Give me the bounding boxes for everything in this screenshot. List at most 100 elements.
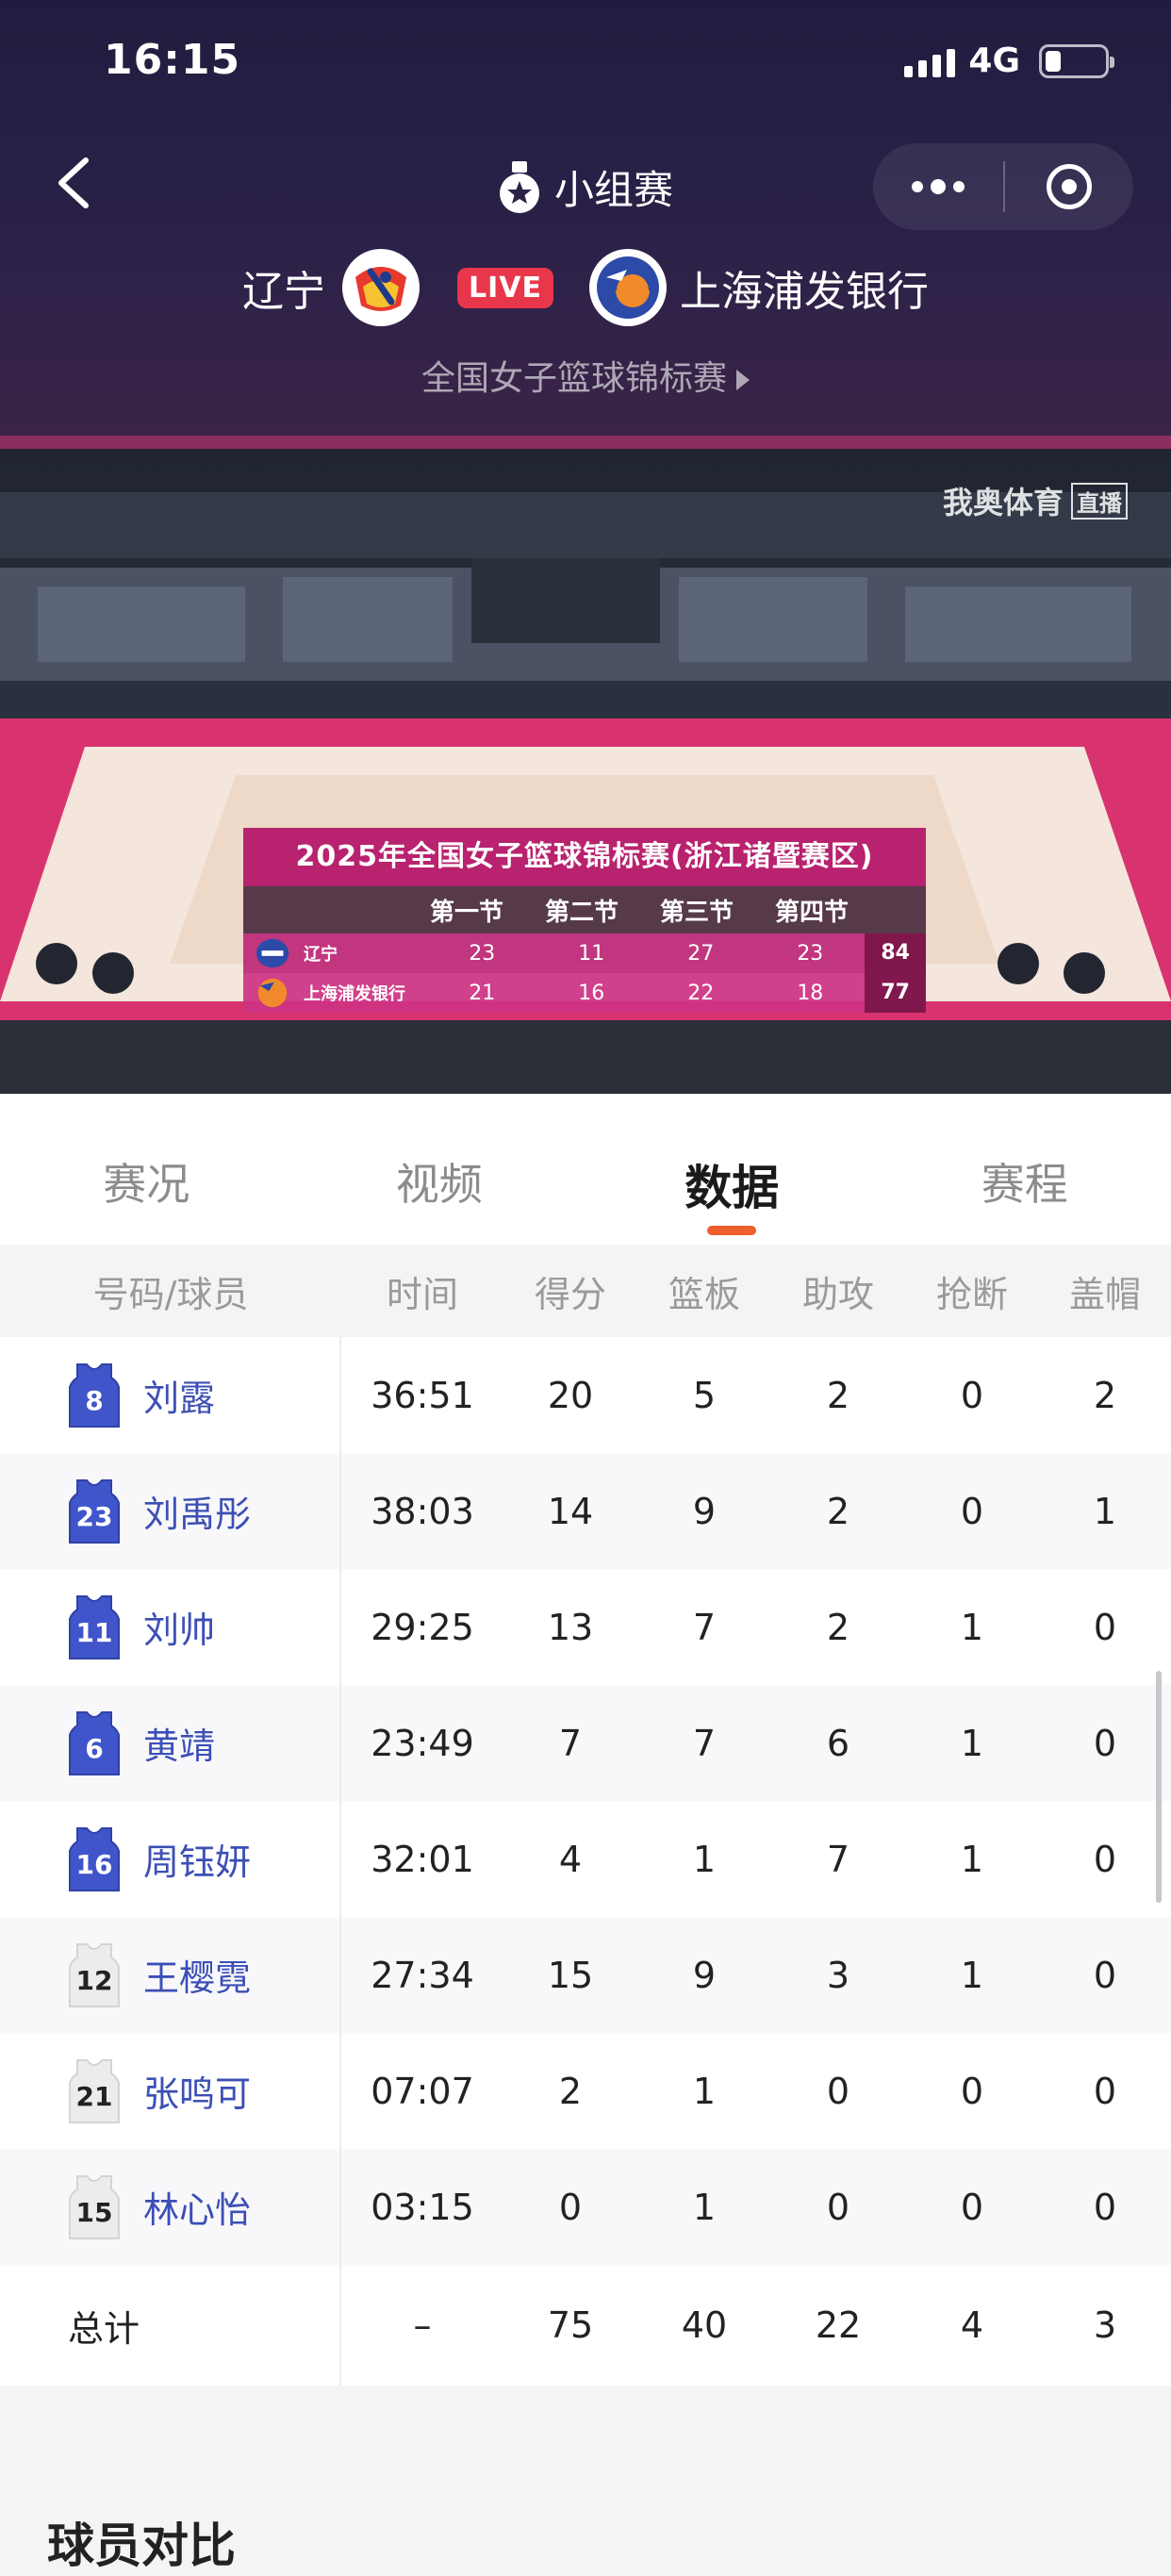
tab-schedule[interactable]: 赛程 [879, 1094, 1171, 1245]
table-row[interactable]: 6黄靖23:4977610 [0, 1685, 1171, 1801]
watermark-text: 我奥体育 [943, 479, 1064, 522]
jersey-icon: 8 [64, 1362, 124, 1428]
target-icon [1047, 164, 1092, 209]
scoreboard-header: 第一节 第二节 第三节 第四节 [243, 886, 926, 933]
player-cell: 11刘帅 [0, 1569, 341, 1685]
competition-link[interactable]: 全国女子篮球锦标赛 [0, 351, 1171, 400]
player-compare-title: 球员对比 [47, 2508, 236, 2576]
jersey-icon: 15 [64, 2174, 124, 2240]
player-points: 13 [503, 1607, 637, 1648]
player-steals: 1 [905, 1723, 1039, 1764]
totals-row: 总计 – 75 40 22 4 3 [0, 2265, 1171, 2386]
total-score: 84 [865, 933, 926, 973]
player-blocks: 0 [1039, 1607, 1171, 1648]
away-team-logo[interactable] [589, 249, 667, 326]
quarter-score: 23 [755, 942, 865, 966]
player-name-link[interactable]: 黄靖 [143, 1717, 215, 1769]
quarter-label: 第四节 [754, 893, 869, 928]
player-name-link[interactable]: 张鸣可 [143, 2065, 251, 2117]
live-video-player[interactable]: 我奥体育 直播 2025年全国女子篮球锦标赛(浙江诸暨赛区) 第一节 第二节 第… [0, 436, 1171, 1094]
table-row[interactable]: 15林心怡03:1501000 [0, 2149, 1171, 2265]
player-blocks: 1 [1039, 1491, 1171, 1532]
quarter-label: 第三节 [639, 893, 754, 928]
player-rebounds: 9 [637, 1491, 771, 1532]
battery-icon [1039, 44, 1109, 78]
header-time: 时间 [341, 1265, 503, 1317]
more-button[interactable] [873, 143, 1003, 230]
tab-overview[interactable]: 赛况 [0, 1094, 293, 1245]
tab-bar: 赛况 视频 数据 赛程 [0, 1094, 1171, 1245]
home-team-logo-small [255, 936, 290, 970]
player-rebounds: 7 [637, 1723, 771, 1764]
tab-video[interactable]: 视频 [293, 1094, 586, 1245]
player-name-link[interactable]: 周钰妍 [143, 1833, 251, 1885]
player-name-link[interactable]: 刘禹彤 [143, 1485, 251, 1537]
player-name-link[interactable]: 刘帅 [143, 1601, 215, 1653]
player-name-link[interactable]: 林心怡 [143, 2181, 251, 2233]
jersey-icon: 12 [64, 1942, 124, 2008]
player-name-link[interactable]: 刘露 [143, 1369, 215, 1421]
player-steals: 0 [905, 1375, 1039, 1416]
player-time: 03:15 [341, 2187, 503, 2228]
home-team-name[interactable]: 辽宁 [242, 257, 325, 318]
status-time: 16:15 [104, 36, 240, 84]
player-assists: 6 [771, 1723, 905, 1764]
jersey-icon: 23 [64, 1478, 124, 1544]
status-indicators: 4G [904, 41, 1109, 80]
medal-icon [498, 161, 541, 214]
player-cell: 8 刘露 [0, 1337, 341, 1453]
table-row[interactable]: 21张鸣可07:0721000 [0, 2033, 1171, 2149]
player-points: 0 [503, 2187, 637, 2228]
player-steals: 1 [905, 1607, 1039, 1648]
scoreboard-team: 辽宁 [290, 941, 427, 966]
home-team-logo[interactable] [342, 249, 420, 326]
player-points: 2 [503, 2071, 637, 2112]
player-time: 38:03 [341, 1491, 503, 1532]
scoreboard-team: 上海浦发银行 [290, 981, 427, 1005]
table-row[interactable]: 8刘露36:51205202 [0, 1337, 1171, 1453]
table-row[interactable]: 16周钰妍32:0141710 [0, 1801, 1171, 1917]
player-assists: 2 [771, 1607, 905, 1648]
header-assists: 助攻 [771, 1265, 905, 1317]
competition-name: 全国女子篮球锦标赛 [421, 359, 727, 398]
quarter-label: 第二节 [524, 893, 639, 928]
player-points: 20 [503, 1375, 637, 1416]
player-cell: 16 周钰妍 [0, 1801, 341, 1917]
player-cell: 6黄靖 [0, 1685, 341, 1801]
network-type: 4G [968, 41, 1020, 80]
scoreboard-row-home: 辽宁 23 11 27 23 84 [243, 933, 926, 973]
header-points: 得分 [503, 1265, 637, 1317]
away-team-name[interactable]: 上海浦发银行 [680, 257, 929, 318]
player-blocks: 0 [1039, 1723, 1171, 1764]
broadcast-scoreboard: 2025年全国女子篮球锦标赛(浙江诸暨赛区) 第一节 第二节 第三节 第四节 辽… [243, 828, 926, 1013]
totals-rebounds: 40 [637, 2304, 771, 2346]
table-row[interactable]: 11刘帅29:25137210 [0, 1569, 1171, 1685]
player-rebounds: 7 [637, 1607, 771, 1648]
player-blocks: 2 [1039, 1375, 1171, 1416]
table-header: 号码/球员 时间 得分 篮板 助攻 抢断 盖帽 [0, 1245, 1171, 1337]
quarter-label: 第一节 [409, 893, 524, 928]
close-button[interactable] [1005, 143, 1133, 230]
player-stats-table: 号码/球员 时间 得分 篮板 助攻 抢断 盖帽 8刘露36:5120520223… [0, 1245, 1171, 2386]
player-rebounds: 1 [637, 2187, 771, 2228]
player-assists: 0 [771, 2187, 905, 2228]
tab-stats[interactable]: 数据 [586, 1094, 879, 1245]
quarter-score: 11 [536, 942, 646, 966]
table-row[interactable]: 23刘禹彤38:03149201 [0, 1453, 1171, 1569]
header-steals: 抢断 [905, 1265, 1039, 1317]
signal-icon [904, 45, 955, 77]
quarter-score: 16 [536, 982, 646, 1005]
scrollbar[interactable] [1156, 1671, 1162, 1903]
total-score: 77 [865, 973, 926, 1013]
player-cell: 15 林心怡 [0, 2149, 341, 2265]
player-assists: 2 [771, 1491, 905, 1532]
player-name-link[interactable]: 王樱霓 [143, 1949, 251, 2001]
totals-time: – [341, 2304, 503, 2346]
broadcast-watermark: 我奥体育 直播 [943, 479, 1128, 522]
player-time: 27:34 [341, 1955, 503, 1996]
player-cell: 23 刘禹彤 [0, 1453, 341, 1569]
table-row[interactable]: 12王樱霓27:34159310 [0, 1917, 1171, 2033]
jersey-icon: 16 [64, 1826, 124, 1892]
player-points: 4 [503, 1839, 637, 1880]
player-steals: 0 [905, 2187, 1039, 2228]
